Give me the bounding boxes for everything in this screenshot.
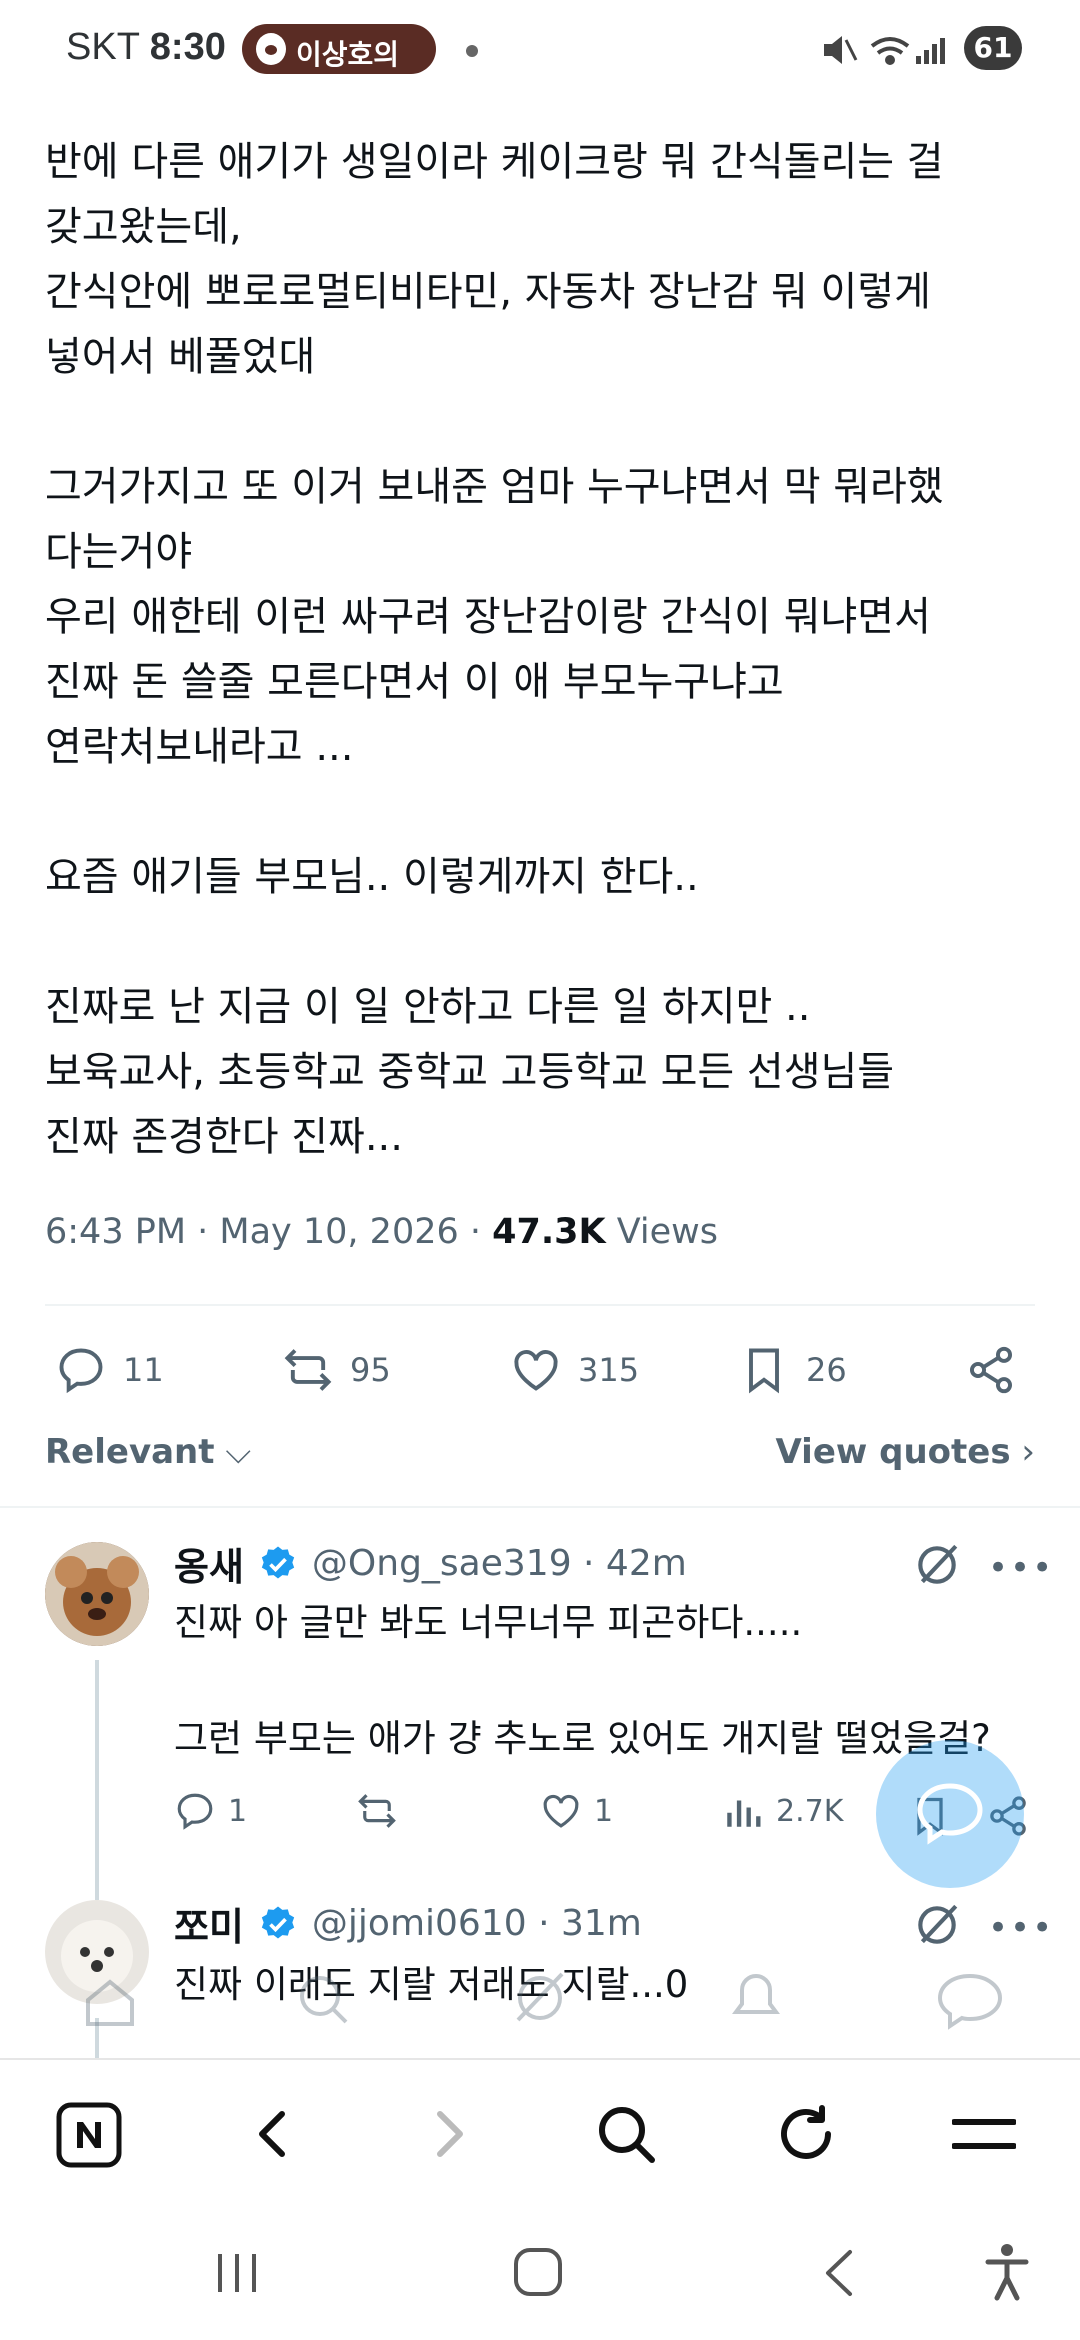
reply-icon [177, 1793, 213, 1830]
more-icon[interactable]: ••• [988, 1548, 1054, 1588]
mute-icon [824, 36, 858, 64]
bookmark-icon [749, 1348, 779, 1394]
reply-author-name[interactable]: 옹새 [174, 1536, 244, 1591]
verified-badge-icon [261, 1906, 295, 1938]
accessibility-icon[interactable] [982, 2242, 1032, 2302]
forward-icon[interactable] [418, 2104, 478, 2164]
battery-indicator: 61 [964, 26, 1022, 70]
share-icon [969, 1346, 1013, 1394]
carrier-label: SKT [66, 26, 140, 68]
chevron-down-icon: ⌵ [214, 1432, 252, 1472]
search-icon[interactable] [594, 2102, 658, 2166]
bookmark-count: 26 [806, 1351, 847, 1389]
reply-header: 쪼미 @jjomi0610 · 31m [174, 1896, 642, 1951]
like-icon [543, 1794, 579, 1828]
repost-count: 95 [350, 1351, 391, 1389]
avatar-image [45, 1542, 149, 1646]
reply-views-count: 2.7K [776, 1793, 844, 1829]
like-count: 315 [578, 1351, 640, 1389]
chevron-right-icon: › [1010, 1432, 1035, 1472]
browser-toolbar [0, 2058, 1080, 2210]
status-bar: SKT 8:30 이상호의 61 [0, 0, 1080, 100]
notifications-icon [732, 1974, 780, 2014]
reply-like-button[interactable]: 1 [540, 1790, 613, 1832]
grok-icon [516, 1972, 564, 2022]
reply-button[interactable]: 11 [55, 1340, 164, 1400]
divider [0, 1506, 1080, 1508]
compose-reply-icon [917, 1783, 983, 1845]
grok-icon[interactable] [912, 1900, 962, 1950]
reply-icon [59, 1348, 103, 1394]
reply-like-count: 1 [594, 1793, 614, 1829]
view-quotes-link[interactable]: View quotes › [775, 1432, 1035, 1472]
grok-icon[interactable] [912, 1540, 962, 1590]
messages-icon [937, 1973, 1003, 2030]
view-quotes-label: View quotes [775, 1432, 1011, 1472]
share-button[interactable] [965, 1340, 1033, 1400]
thread-line [95, 1660, 99, 1900]
compose-fab[interactable] [876, 1740, 1024, 1888]
android-nav-bar [0, 2208, 1080, 2340]
home-button-icon[interactable] [512, 2246, 564, 2298]
tweet-meta: 6:43 PM · May 10, 2026 · 47.3K Views [45, 1212, 718, 1252]
naver-icon[interactable] [56, 2102, 122, 2168]
repost-button[interactable]: 95 [282, 1340, 391, 1400]
sort-dropdown[interactable]: Relevant ⌵ [45, 1432, 251, 1472]
tweet-text: 반에 다른 애기가 생일이라 케이크랑 뭐 간식돌리는 걸 갖고왔는데, 간식안… [45, 139, 944, 1160]
verified-badge-icon [261, 1546, 295, 1578]
reply-reply-count: 1 [228, 1793, 248, 1829]
avatar[interactable] [45, 1542, 149, 1646]
reply-handle-time: @Ong_sae319 · 42m [311, 1543, 687, 1584]
tweet-views-count: 47.3K [492, 1212, 606, 1252]
bunny-icon [256, 33, 286, 65]
tweet-views-label: Views [605, 1212, 719, 1252]
menu-icon[interactable] [952, 2106, 1016, 2162]
system-back-icon[interactable] [818, 2246, 858, 2300]
sort-label: Relevant [45, 1432, 215, 1472]
repost-icon [284, 1349, 332, 1391]
reply-header: 옹새 @Ong_sae319 · 42m [174, 1536, 687, 1591]
reply-author-name[interactable]: 쪼미 [174, 1896, 244, 1951]
reply-views-button[interactable]: 2.7K [722, 1790, 843, 1832]
reply-count: 11 [123, 1351, 164, 1389]
repost-icon [358, 1794, 396, 1828]
tweet-timestamp: 6:43 PM · May 10, 2026 · [45, 1212, 493, 1252]
like-icon [514, 1350, 558, 1391]
notification-pill[interactable]: 이상호의 [242, 24, 436, 74]
wifi-icon [870, 37, 910, 65]
notification-dot-icon [466, 45, 478, 57]
divider [45, 1304, 1035, 1306]
status-carrier: SKT 8:30 [66, 26, 226, 69]
search-icon [300, 1976, 348, 2024]
like-button[interactable]: 315 [510, 1340, 639, 1400]
back-icon[interactable] [244, 2104, 304, 2164]
x-tab-bar-ghost [86, 1972, 1003, 2030]
more-icon[interactable]: ••• [988, 1908, 1054, 1948]
home-icon [86, 1979, 134, 2026]
reply-reply-button[interactable]: 1 [174, 1790, 247, 1832]
reply-handle-time: @jjomi0610 · 31m [311, 1903, 642, 1944]
clock: 8:30 [149, 26, 226, 68]
bookmark-button[interactable]: 26 [738, 1340, 847, 1400]
signal-icon [916, 38, 945, 64]
system-status-icons [824, 36, 945, 65]
recent-apps-icon[interactable] [212, 2248, 262, 2298]
reply-repost-button[interactable] [356, 1790, 410, 1832]
reload-icon[interactable] [774, 2102, 838, 2166]
views-icon [727, 1800, 761, 1827]
notification-pill-label: 이상호의 [296, 38, 400, 71]
